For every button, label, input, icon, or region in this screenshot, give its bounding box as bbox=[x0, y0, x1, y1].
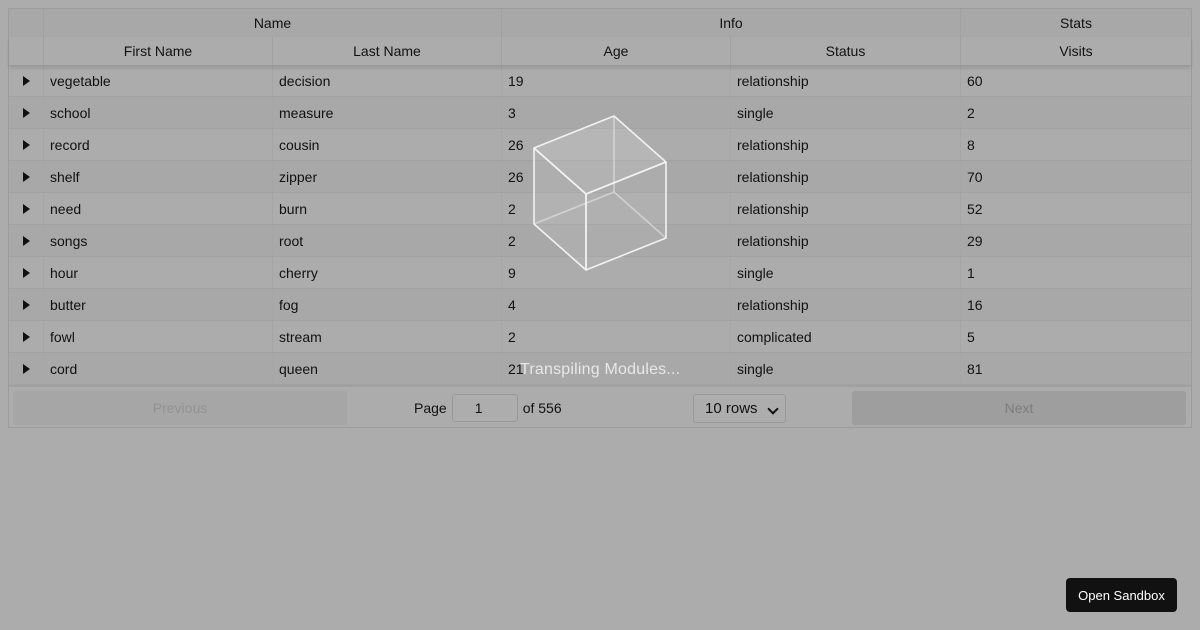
row-expander[interactable] bbox=[9, 225, 44, 256]
cell-first-name: school bbox=[44, 97, 273, 128]
column-header-status[interactable]: Status bbox=[731, 37, 961, 65]
cell-visits: 29 bbox=[967, 232, 983, 249]
cell-status: single bbox=[731, 257, 961, 288]
cell-last-name: queen bbox=[273, 353, 502, 384]
cell-first-name: need bbox=[44, 193, 273, 224]
cell-status: complicated bbox=[731, 321, 961, 352]
caret-right-icon bbox=[22, 331, 30, 342]
cell-last-name: zipper bbox=[273, 161, 502, 192]
cell-last-name: fog bbox=[273, 289, 502, 320]
column-header-expander bbox=[9, 37, 44, 65]
cell-visits: 52 bbox=[967, 200, 983, 217]
caret-right-icon bbox=[22, 75, 30, 86]
row-expander[interactable] bbox=[9, 193, 44, 224]
cell-first-name: cord bbox=[44, 353, 273, 384]
previous-button[interactable]: Previous bbox=[13, 391, 347, 425]
caret-right-icon bbox=[22, 363, 30, 374]
cell-first-name: fowl bbox=[44, 321, 273, 352]
cell-last-name: decision bbox=[273, 65, 502, 96]
row-expander[interactable] bbox=[9, 257, 44, 288]
rows-per-page-select[interactable]: 10 rows bbox=[693, 394, 786, 423]
cell-visits: 8 bbox=[967, 136, 975, 153]
cell-first-name: hour bbox=[44, 257, 273, 288]
cell-status: relationship bbox=[731, 289, 961, 320]
cell-visits: 16 bbox=[967, 296, 983, 313]
page-info: Page of 556 bbox=[414, 391, 562, 425]
group-header-expander bbox=[9, 9, 44, 37]
cell-last-name: stream bbox=[273, 321, 502, 352]
pagination-bar: Previous Page of 556 10 rows Next bbox=[9, 385, 1191, 427]
cell-age: 4 bbox=[502, 289, 731, 320]
cell-last-name: cherry bbox=[273, 257, 502, 288]
row-expander[interactable] bbox=[9, 97, 44, 128]
page-total-label: of 556 bbox=[522, 400, 562, 416]
cell-status: single bbox=[731, 353, 961, 384]
cell-status: relationship bbox=[731, 225, 961, 256]
cell-status: single bbox=[731, 97, 961, 128]
cell-visits: 2 bbox=[967, 104, 975, 121]
cell-status: relationship bbox=[731, 193, 961, 224]
group-header-name: Name bbox=[44, 9, 502, 37]
group-header-row: Name Info Stats bbox=[9, 9, 1191, 38]
cell-first-name: songs bbox=[44, 225, 273, 256]
row-expander[interactable] bbox=[9, 289, 44, 320]
column-header-visits[interactable]: Visits bbox=[961, 37, 1191, 65]
group-header-stats: Stats bbox=[1060, 15, 1092, 31]
page-number-input[interactable] bbox=[451, 394, 518, 422]
cell-first-name: butter bbox=[44, 289, 273, 320]
caret-right-icon bbox=[22, 235, 30, 246]
row-expander[interactable] bbox=[9, 65, 44, 96]
page-label: Page bbox=[414, 400, 447, 416]
next-button[interactable]: Next bbox=[852, 391, 1186, 425]
table-row[interactable]: vegetable decision 19 relationship 60 bbox=[9, 65, 1191, 97]
row-expander[interactable] bbox=[9, 321, 44, 352]
caret-right-icon bbox=[22, 203, 30, 214]
cell-status: relationship bbox=[731, 129, 961, 160]
cell-last-name: cousin bbox=[273, 129, 502, 160]
chevron-down-icon bbox=[767, 403, 779, 415]
group-header-info: Info bbox=[502, 9, 961, 37]
cell-status: relationship bbox=[731, 65, 961, 96]
caret-right-icon bbox=[22, 299, 30, 310]
cell-visits: 70 bbox=[967, 168, 983, 185]
caret-right-icon bbox=[22, 171, 30, 182]
table-row[interactable]: fowl stream 2 complicated 5 bbox=[9, 321, 1191, 353]
cell-first-name: shelf bbox=[44, 161, 273, 192]
cell-last-name: root bbox=[273, 225, 502, 256]
rows-per-page-value: 10 rows bbox=[705, 400, 758, 417]
table-row[interactable]: butter fog 4 relationship 16 bbox=[9, 289, 1191, 321]
cell-visits: 1 bbox=[967, 264, 975, 281]
cell-age: 2 bbox=[502, 321, 731, 352]
loading-text: Transpiling Modules... bbox=[520, 361, 681, 378]
cell-visits: 60 bbox=[967, 72, 983, 89]
column-header-age[interactable]: Age bbox=[502, 37, 731, 65]
caret-right-icon bbox=[22, 267, 30, 278]
column-header-first-name[interactable]: First Name bbox=[44, 37, 273, 65]
row-expander[interactable] bbox=[9, 129, 44, 160]
cell-last-name: measure bbox=[273, 97, 502, 128]
row-expander[interactable] bbox=[9, 161, 44, 192]
row-expander[interactable] bbox=[9, 353, 44, 384]
open-sandbox-button[interactable]: Open Sandbox bbox=[1066, 578, 1177, 612]
cube-icon bbox=[533, 115, 667, 271]
column-header-last-name[interactable]: Last Name bbox=[273, 37, 502, 65]
column-header-row: First Name Last Name Age Status Visits bbox=[9, 37, 1191, 65]
cell-last-name: burn bbox=[273, 193, 502, 224]
cell-visits: 5 bbox=[967, 328, 975, 345]
cell-visits: 81 bbox=[967, 360, 983, 377]
cell-status: relationship bbox=[731, 161, 961, 192]
cell-first-name: record bbox=[44, 129, 273, 160]
cell-first-name: vegetable bbox=[44, 65, 273, 96]
cell-age: 19 bbox=[502, 65, 731, 96]
caret-right-icon bbox=[22, 139, 30, 150]
caret-right-icon bbox=[22, 107, 30, 118]
